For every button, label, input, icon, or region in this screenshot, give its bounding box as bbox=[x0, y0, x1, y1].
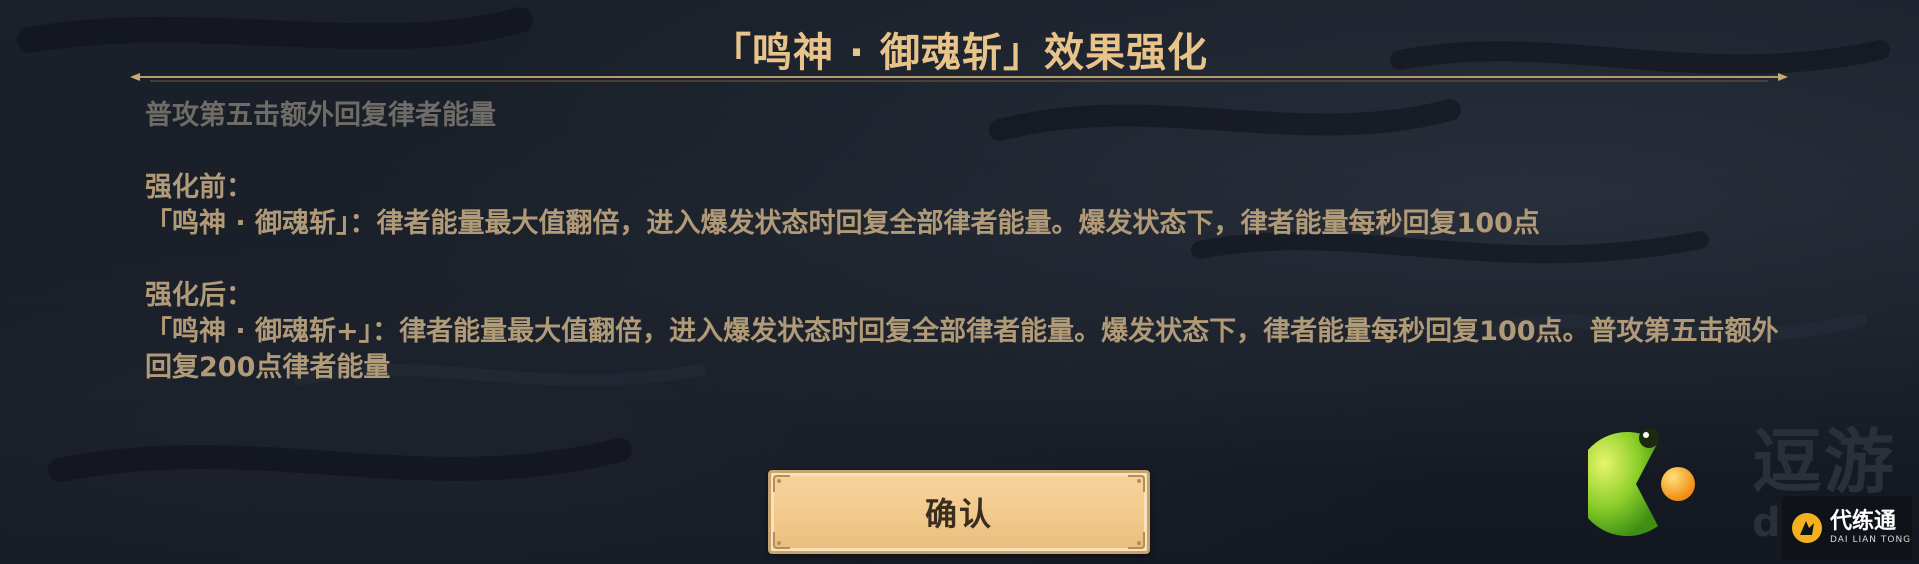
before-label: 强化前： bbox=[145, 172, 253, 203]
corner-ornament-icon bbox=[773, 532, 790, 549]
confirm-button-label: 确认 bbox=[924, 495, 993, 533]
after-description: 「鸣神 · 御魂斩+」：律者能量最大值翻倍，进入爆发状态时回复全部律者能量。爆发… bbox=[145, 316, 1779, 383]
corner-ornament-icon bbox=[773, 475, 790, 492]
watermark-logo-text: 逗游 bbox=[1752, 421, 1896, 503]
dailiantong-badge: 代练通 DAI LIAN TONG bbox=[1782, 496, 1912, 560]
badge-subtitle: DAI LIAN TONG bbox=[1830, 535, 1912, 545]
dailiantong-logo-icon bbox=[1792, 513, 1822, 543]
after-label: 强化后： bbox=[145, 280, 253, 311]
pacman-logo-icon bbox=[1588, 428, 1695, 536]
corner-ornament-icon bbox=[1128, 532, 1145, 549]
title-divider bbox=[130, 73, 1788, 82]
watermark-sub-text: d bbox=[1752, 500, 1781, 546]
effect-summary: 普攻第五击额外回复律者能量 bbox=[145, 100, 496, 131]
before-description: 「鸣神 · 御魂斩」：律者能量最大值翻倍，进入爆发状态时回复全部律者能量。爆发状… bbox=[145, 208, 1540, 239]
corner-ornament-icon bbox=[1128, 475, 1145, 492]
confirm-button[interactable]: 确认 bbox=[768, 470, 1150, 554]
upgrade-dialog: 「鸣神 · 御魂斩」效果强化 普攻第五击额外回复律者能量 强化前： 「鸣神 · … bbox=[0, 0, 1919, 564]
badge-title: 代练通 bbox=[1830, 509, 1897, 534]
